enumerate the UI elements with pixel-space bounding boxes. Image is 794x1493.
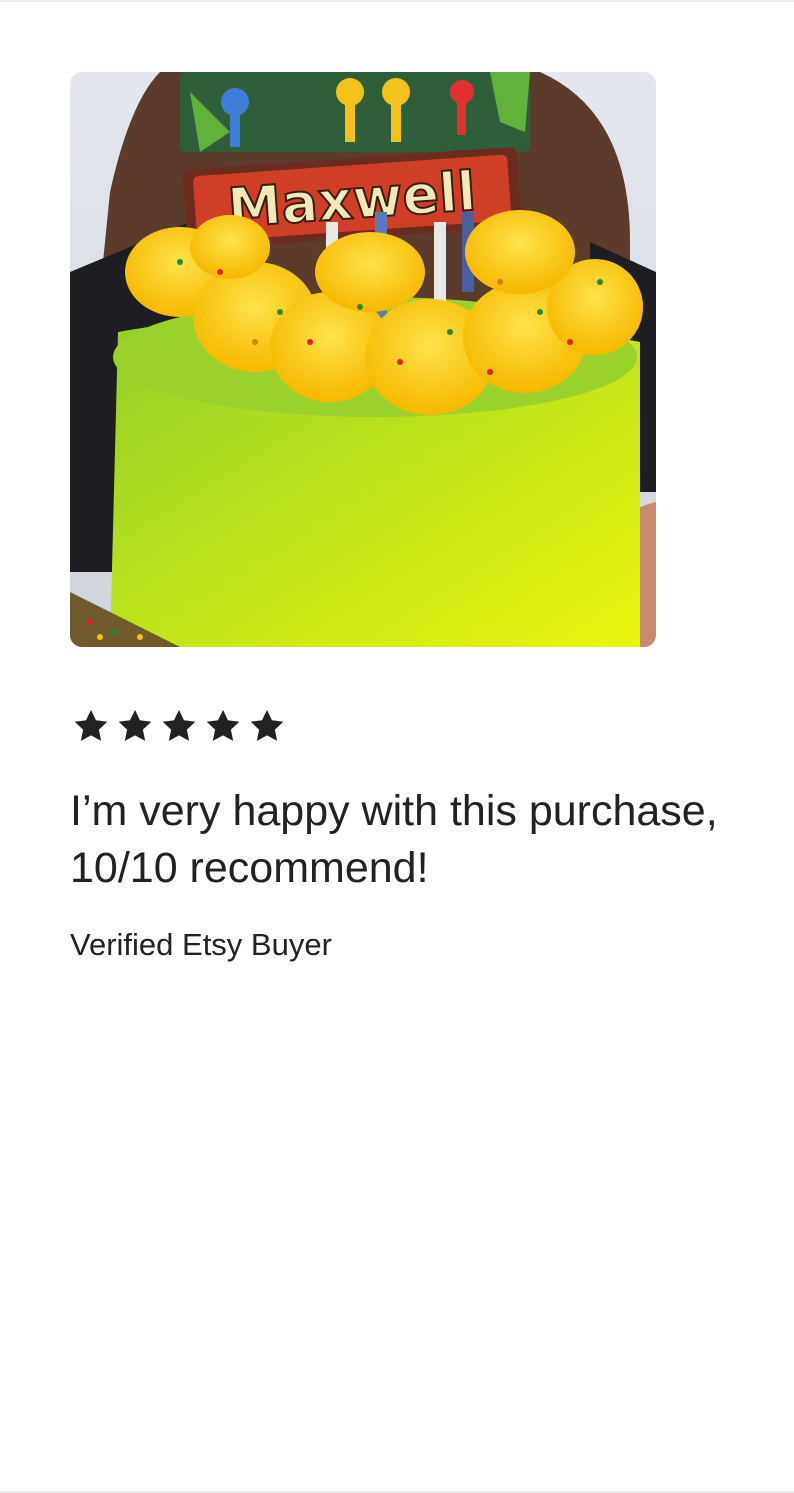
- review-text: I’m very happy with this purchase, 10/10…: [70, 787, 718, 892]
- review-photo[interactable]: Maxwell: [70, 72, 656, 647]
- star-icon: [206, 709, 240, 741]
- cake-image: Maxwell: [70, 72, 656, 647]
- top-divider: [0, 0, 794, 2]
- star-icon: [74, 709, 108, 741]
- star-rating: [72, 707, 750, 745]
- star-icon: [118, 709, 152, 741]
- star-icon: [162, 709, 196, 741]
- review-card: Maxwell I’m very happy with this purchas…: [70, 72, 750, 963]
- star-icon: [250, 709, 284, 741]
- reviewer-name: Verified Etsy Buyer: [70, 927, 332, 962]
